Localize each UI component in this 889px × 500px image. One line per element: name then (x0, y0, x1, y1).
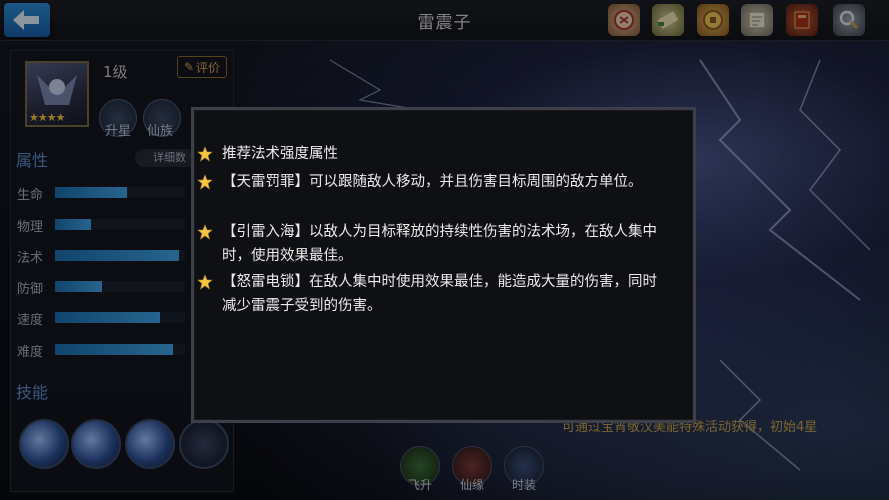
tip-text: 推荐法术强度属性 (222, 146, 338, 162)
tip-item: 【引雷入海】以敌人为目标释放的持续性伤害的法术场，在敌人集中时，使用效果最佳。 (197, 220, 662, 268)
tip-item: 【怒雷电锁】在敌人集中时使用效果最佳，能造成大量的伤害，同时减少雷震子受到的伤害… (197, 270, 662, 318)
strategy-tips-dialog: 推荐法术强度属性 【天雷罚罪】可以跟随敌人移动，并且伤害目标周围的敌方单位。 【… (191, 107, 696, 423)
tip-item: 推荐法术强度属性 (197, 142, 662, 166)
tip-text: 【天雷罚罪】可以跟随敌人移动，并且伤害目标周围的敌方单位。 (222, 174, 643, 190)
star-icon (197, 174, 213, 190)
tip-text: 【引雷入海】以敌人为目标释放的持续性伤害的法术场，在敌人集中时，使用效果最佳。 (222, 224, 657, 264)
star-icon (197, 274, 213, 290)
star-icon (197, 146, 213, 162)
tip-item: 【天雷罚罪】可以跟随敌人移动，并且伤害目标周围的敌方单位。 (197, 170, 662, 194)
tip-text: 【怒雷电锁】在敌人集中时使用效果最佳，能造成大量的伤害，同时减少雷震子受到的伤害… (222, 274, 657, 314)
star-icon (197, 224, 213, 240)
